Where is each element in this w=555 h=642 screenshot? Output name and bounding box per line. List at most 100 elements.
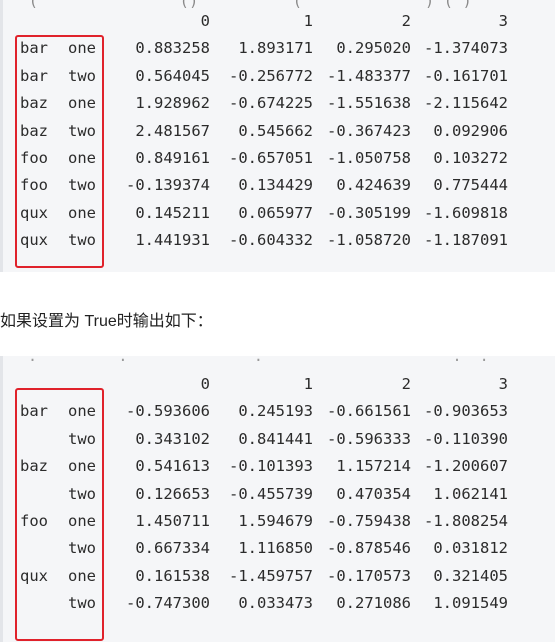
index-level-1: two [68, 594, 96, 613]
truncated-code-line: . . . ' ' ' . . [10, 356, 489, 365]
value-cell: 0.541613 [135, 457, 210, 476]
value-cell: 1.450711 [135, 512, 210, 531]
index-level-0 [20, 481, 68, 508]
index-level-1: two [68, 231, 96, 250]
value-cell: -1.609818 [424, 203, 508, 222]
table-row: bar one 0.883258 1.893171 0.295020 -1.374073 [20, 35, 508, 62]
index-level-0 [20, 426, 68, 453]
column-header: 0 [200, 12, 210, 30]
index-level-0: baz [20, 121, 48, 140]
table-row: bar two 0.564045 -0.256772 -1.483377 -0.16170… [20, 63, 508, 90]
value-cell: -0.593606 [126, 402, 210, 421]
index-level-0: baz [20, 94, 48, 113]
value-cell: 1.062141 [433, 484, 508, 503]
table-row: qux two 1.441931 -0.604332 -1.058720 -1.18709… [20, 227, 508, 254]
value-cell: 1.116850 [238, 539, 313, 558]
value-cell: -1.200607 [424, 457, 508, 476]
value-cell: -1.483377 [327, 66, 411, 85]
value-cell: -0.455739 [229, 484, 313, 503]
value-cell: -0.101393 [229, 457, 313, 476]
code-output-block-bottom: . . . ' ' ' . . 0 1 2 3 bar one -0.593606 0… [0, 356, 555, 642]
index-level-0: qux [20, 231, 48, 250]
value-cell: 1.928962 [135, 94, 210, 113]
value-cell: 1.441931 [135, 231, 210, 250]
value-cell: -0.657051 [229, 149, 313, 168]
table-header-row: 0 1 2 3 [20, 8, 508, 35]
table-row: two 0.126653 -0.455739 0.470354 1.062141 [20, 481, 508, 508]
index-level-1: one [68, 457, 96, 476]
value-cell: 0.564045 [135, 66, 210, 85]
table-row: two -0.747300 0.033473 0.271086 1.091549 [20, 590, 508, 617]
dataframe-table-top: 0 1 2 3 bar one 0.883258 1.893171 0.295020 -1… [20, 8, 508, 255]
index-level-1: two [68, 539, 96, 558]
value-cell: -0.604332 [229, 231, 313, 250]
value-cell: -1.187091 [424, 231, 508, 250]
value-cell: -0.170573 [327, 566, 411, 585]
value-cell: -0.139374 [126, 176, 210, 195]
value-cell: -0.878546 [327, 539, 411, 558]
value-cell: -0.256772 [229, 66, 313, 85]
value-cell: -2.115642 [424, 94, 508, 113]
index-level-1: one [68, 149, 96, 168]
value-cell: 1.157214 [336, 457, 411, 476]
table-row: baz one 0.541613 -0.101393 1.157214 -1.200607 [20, 453, 508, 480]
table-row: baz one 1.928962 -0.674225 -1.551638 -2.11564… [20, 90, 508, 117]
value-cell: -0.161701 [424, 66, 508, 85]
table-row: foo one 0.849161 -0.657051 -1.050758 0.103272 [20, 145, 508, 172]
index-level-0: bar [20, 39, 48, 58]
value-cell: 1.594679 [238, 512, 313, 531]
index-level-1: two [68, 66, 96, 85]
index-level-0 [20, 590, 68, 617]
table-row: bar one -0.593606 0.245193 -0.661561 -0.90365… [20, 398, 508, 425]
value-cell: -0.674225 [229, 94, 313, 113]
value-cell: 0.321405 [433, 566, 508, 585]
value-cell: -0.305199 [327, 203, 411, 222]
index-level-1: one [68, 203, 96, 222]
index-level-0: foo [20, 512, 48, 531]
index-level-1: one [68, 566, 96, 585]
value-cell: -0.759438 [327, 512, 411, 531]
value-cell: 0.470354 [336, 484, 411, 503]
column-header: 1 [303, 12, 313, 30]
column-header: 2 [401, 375, 411, 393]
column-header: 1 [303, 375, 313, 393]
column-header: 3 [498, 375, 508, 393]
value-cell: 1.893171 [238, 39, 313, 58]
dataframe-table-bottom: 0 1 2 3 bar one -0.593606 0.245193 -0.661561… [20, 371, 508, 618]
index-level-0: foo [20, 149, 48, 168]
value-cell: -0.367423 [327, 121, 411, 140]
value-cell: -0.747300 [126, 594, 210, 613]
table-row: foo two -0.139374 0.134429 0.424639 0.775444 [20, 172, 508, 199]
value-cell: 0.775444 [433, 176, 508, 195]
table-body: bar one 0.883258 1.893171 0.295020 -1.374073 b… [20, 35, 508, 254]
value-cell: -0.110390 [424, 429, 508, 448]
value-cell: -1.058720 [327, 231, 411, 250]
value-cell: 1.091549 [433, 594, 508, 613]
value-cell: 0.092906 [433, 121, 508, 140]
value-cell: -1.459757 [229, 566, 313, 585]
value-cell: 0.849161 [135, 149, 210, 168]
index-level-1: one [68, 402, 96, 421]
value-cell: -0.903653 [424, 402, 508, 421]
caption-text: 如果设置为 True时输出如下： [0, 313, 213, 330]
value-cell: 0.103272 [433, 149, 508, 168]
column-header: 2 [401, 12, 411, 30]
index-level-0: qux [20, 203, 48, 222]
value-cell: 0.126653 [135, 484, 210, 503]
value-cell: -1.551638 [327, 94, 411, 113]
value-cell: 0.883258 [135, 39, 210, 58]
value-cell: 0.033473 [238, 594, 313, 613]
index-level-1: two [68, 484, 96, 503]
value-cell: 0.424639 [336, 176, 411, 195]
value-cell: 0.343102 [135, 429, 210, 448]
index-level-0 [20, 535, 68, 562]
table-row: foo one 1.450711 1.594679 -0.759438 -1.808254 [20, 508, 508, 535]
value-cell: 0.065977 [238, 203, 313, 222]
table-row: qux one 0.145211 0.065977 -0.305199 -1.609818 [20, 200, 508, 227]
value-cell: 0.667334 [135, 539, 210, 558]
index-level-1: one [68, 94, 96, 113]
value-cell: 0.145211 [135, 203, 210, 222]
truncated-code-line: ( () ( ) ( ) [10, 0, 473, 10]
value-cell: 0.295020 [336, 39, 411, 58]
table-header-row: 0 1 2 3 [20, 371, 508, 398]
